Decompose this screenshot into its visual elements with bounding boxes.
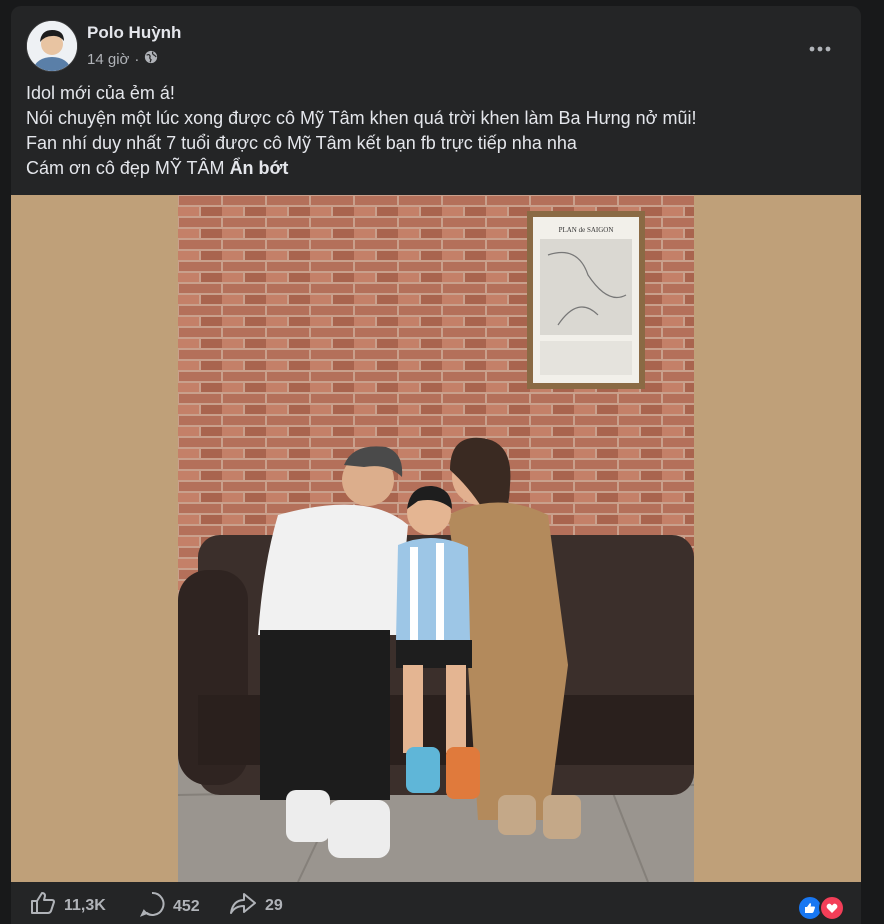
reaction-summary[interactable] [797, 895, 845, 921]
comment-icon [139, 891, 165, 922]
caption-line-4: Cám ơn cô đẹp MỸ TÂM Ẩn bớt [26, 156, 841, 181]
post-header: Polo Huỳnh 14 giờ · [26, 20, 846, 72]
avatar[interactable] [26, 20, 78, 72]
caption-line-4-text: Cám ơn cô đẹp MỸ TÂM [26, 158, 225, 178]
share-count: 29 [265, 896, 283, 914]
post-media[interactable]: PLAN de SAIGON [11, 195, 861, 882]
author-name[interactable]: Polo Huỳnh [87, 23, 181, 43]
like-count: 11,3K [64, 896, 106, 914]
post-card: Polo Huỳnh 14 giờ · Idol mới của ẻm á! N… [11, 6, 861, 924]
post-footer: 11,3K 452 29 [11, 882, 861, 924]
comment-button[interactable]: 452 [139, 891, 200, 922]
share-icon [229, 891, 257, 920]
comment-count: 452 [173, 897, 200, 915]
more-icon [809, 39, 831, 57]
globe-icon [144, 50, 158, 68]
share-button[interactable]: 29 [229, 891, 283, 920]
caption-line-2: Nói chuyện một lúc xong được cô Mỹ Tâm k… [26, 108, 697, 128]
plaque-text: PLAN de SAIGON [559, 226, 614, 234]
meta-separator: · [134, 50, 140, 68]
see-less-link[interactable]: Ẩn bớt [230, 158, 289, 178]
like-icon [30, 891, 56, 920]
more-options-button[interactable] [802, 30, 838, 66]
post-meta: 14 giờ · [87, 50, 158, 68]
post-caption: Idol mới của ẻm á! Nói chuyện một lúc xo… [26, 81, 841, 181]
love-reaction-icon [819, 895, 845, 921]
caption-line-1: Idol mới của ẻm á! [26, 83, 175, 103]
post-photo[interactable]: PLAN de SAIGON [178, 195, 694, 882]
like-button[interactable]: 11,3K [30, 891, 106, 920]
post-time[interactable]: 14 giờ [87, 51, 129, 68]
caption-line-3: Fan nhí duy nhất 7 tuổi được cô Mỹ Tâm k… [26, 133, 577, 153]
